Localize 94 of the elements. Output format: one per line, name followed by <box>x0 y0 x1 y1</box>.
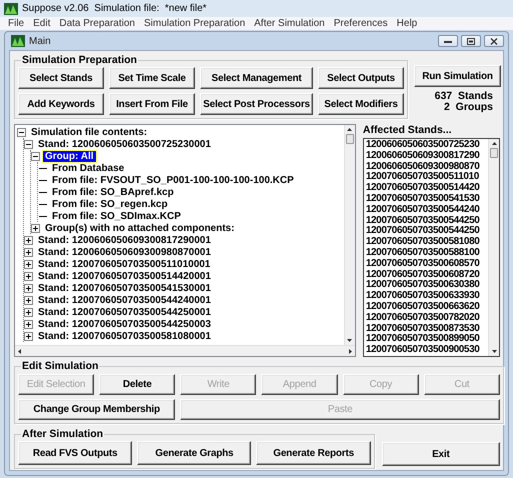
list-item[interactable]: 1200606050609300817290 <box>366 150 488 162</box>
menu-item[interactable]: After Simulation <box>254 18 325 29</box>
expand-icon[interactable] <box>24 332 33 340</box>
collapse-icon[interactable] <box>31 152 40 160</box>
app-icon <box>4 2 18 14</box>
expand-icon[interactable] <box>24 308 33 316</box>
action-button[interactable]: Add Keywords <box>18 93 104 115</box>
tree-item[interactable]: Stand: 1200706050703500581080001 <box>36 330 213 342</box>
expand-icon[interactable] <box>24 272 33 280</box>
scroll-thumb[interactable] <box>490 148 498 158</box>
expand-icon[interactable] <box>24 236 33 244</box>
action-button[interactable]: Read FVS Outputs <box>18 441 132 465</box>
tree-item[interactable]: Stand: 1200706050703500514420001 <box>36 270 213 282</box>
menu-item[interactable]: File <box>8 18 24 29</box>
list-item[interactable]: 1200706050703500608570 <box>366 258 488 270</box>
edit-button[interactable]: Change Group Membership <box>18 399 176 420</box>
close-button[interactable] <box>484 35 504 47</box>
minimize-icon <box>444 40 452 42</box>
tree-item[interactable]: Stand: 1200606050609300980870001 <box>36 246 213 258</box>
collapse-icon[interactable] <box>17 128 26 136</box>
list-item[interactable]: 1200706050703500544250 <box>366 216 488 226</box>
list-item[interactable]: 1200706050703500630380 <box>366 280 488 292</box>
vertical-scrollbar[interactable] <box>488 139 499 356</box>
tree-item[interactable]: Stand: 1200706050703500541530001 <box>36 282 213 294</box>
group-count: 2 Groups <box>444 102 494 113</box>
scroll-thumb[interactable] <box>346 134 354 144</box>
tree-item[interactable]: Stand: 1200706050703500544240001 <box>36 294 213 306</box>
exit-button[interactable]: Exit <box>382 442 500 466</box>
action-button[interactable]: Generate Graphs <box>137 441 252 465</box>
action-button[interactable]: Select Outputs <box>318 67 404 89</box>
app-title: Suppose v2.06 Simulation file: *new file* <box>22 3 207 14</box>
collapse-icon[interactable] <box>24 140 33 148</box>
action-button[interactable]: Generate Reports <box>256 441 371 465</box>
restore-icon <box>467 38 475 44</box>
action-button[interactable]: Select Stands <box>18 67 104 89</box>
tree-item[interactable]: Stand: 1200606050609300817290001 <box>36 234 213 246</box>
horizontal-scrollbar[interactable] <box>15 345 355 356</box>
menu-item[interactable]: Help <box>396 18 418 29</box>
action-button[interactable]: Select Post Processors <box>200 93 313 115</box>
group-title: Edit Simulation <box>21 360 100 372</box>
list-item[interactable]: 1200706050703500511010 <box>366 172 488 184</box>
tree-item[interactable]: Simulation file contents: <box>29 126 150 138</box>
tree-item[interactable]: Stand: 1200706050703500544250001 <box>36 306 213 318</box>
edit-button[interactable]: Delete <box>99 374 176 395</box>
close-icon <box>490 38 498 44</box>
action-button[interactable]: Select Management <box>200 67 313 89</box>
action-button[interactable]: Insert From File <box>109 93 195 115</box>
app-icon <box>11 35 25 47</box>
action-button[interactable]: Select Modifiers <box>318 93 404 115</box>
stand-count: 637 Stands <box>434 91 494 102</box>
vertical-scrollbar[interactable] <box>344 125 355 345</box>
list-item[interactable]: 1200706050703500608720 <box>366 270 488 280</box>
tree-item[interactable]: From file: SO_BApref.kcp <box>50 186 176 198</box>
tree-item[interactable]: From file: FVSOUT_SO_P001-100-100-100-100.KCP <box>50 174 296 186</box>
tree-item[interactable]: From Database <box>50 162 126 174</box>
list-item[interactable]: 1200706050703500900530 <box>366 345 488 356</box>
action-button[interactable]: Set Time Scale <box>109 67 195 89</box>
list-item[interactable]: 1200606050603500725230 <box>366 140 488 151</box>
list-item[interactable]: 1200706050703500544250 <box>366 226 488 238</box>
minimize-button[interactable] <box>438 35 458 47</box>
expand-icon[interactable] <box>24 248 33 256</box>
menu-item[interactable]: Edit <box>33 18 50 29</box>
menu-item[interactable]: Simulation Preparation <box>144 18 246 29</box>
restore-button[interactable] <box>461 35 481 47</box>
tree-item[interactable]: Stand: 1200706050703500544250003 <box>36 318 213 330</box>
expand-icon[interactable] <box>24 260 33 268</box>
tree-item[interactable]: Group(s) with no attached components: <box>43 222 236 234</box>
list-item[interactable]: 1200706050703500514420 <box>366 183 488 194</box>
expand-icon[interactable] <box>31 224 40 232</box>
list-item[interactable]: 1200706050703500588100 <box>366 248 488 259</box>
list-item[interactable]: 1200606050609300980870 <box>366 162 488 172</box>
list-item[interactable]: 1200706050703500633930 <box>366 291 488 302</box>
list-item[interactable]: 1200706050703500873530 <box>366 324 488 334</box>
list-item[interactable]: 1200706050703500782020 <box>366 312 488 324</box>
list-item[interactable]: 1200706050703500544240 <box>366 204 488 216</box>
list-item[interactable]: 1200706050703500541530 <box>366 194 488 205</box>
tree-item[interactable]: From file: SO_SDImax.KCP <box>50 210 183 222</box>
list-item[interactable]: 1200706050703500581080 <box>366 237 488 248</box>
group-title: After Simulation <box>21 428 104 440</box>
list-item[interactable]: 1200706050703500663620 <box>366 302 488 313</box>
list-item[interactable]: 1200706050703500899050 <box>366 334 488 346</box>
group-title: Simulation Preparation <box>21 54 138 66</box>
tree-item[interactable]: Group: All <box>43 150 96 162</box>
window-title: Main <box>29 36 51 46</box>
tree-item[interactable]: Stand: 1200606050603500725230001 <box>36 138 213 150</box>
menu-item[interactable]: Data Preparation <box>59 18 135 29</box>
tree-item[interactable]: From file: SO_regen.kcp <box>50 198 170 210</box>
list-title: Affected Stands... <box>362 124 453 138</box>
expand-icon[interactable] <box>24 296 33 304</box>
expand-icon[interactable] <box>24 284 33 292</box>
expand-icon[interactable] <box>24 320 33 328</box>
run-simulation-button[interactable]: Run Simulation <box>414 65 501 87</box>
menu-item[interactable]: Preferences <box>334 18 388 29</box>
tree-item[interactable]: Stand: 1200706050703500511010001 <box>36 258 212 270</box>
